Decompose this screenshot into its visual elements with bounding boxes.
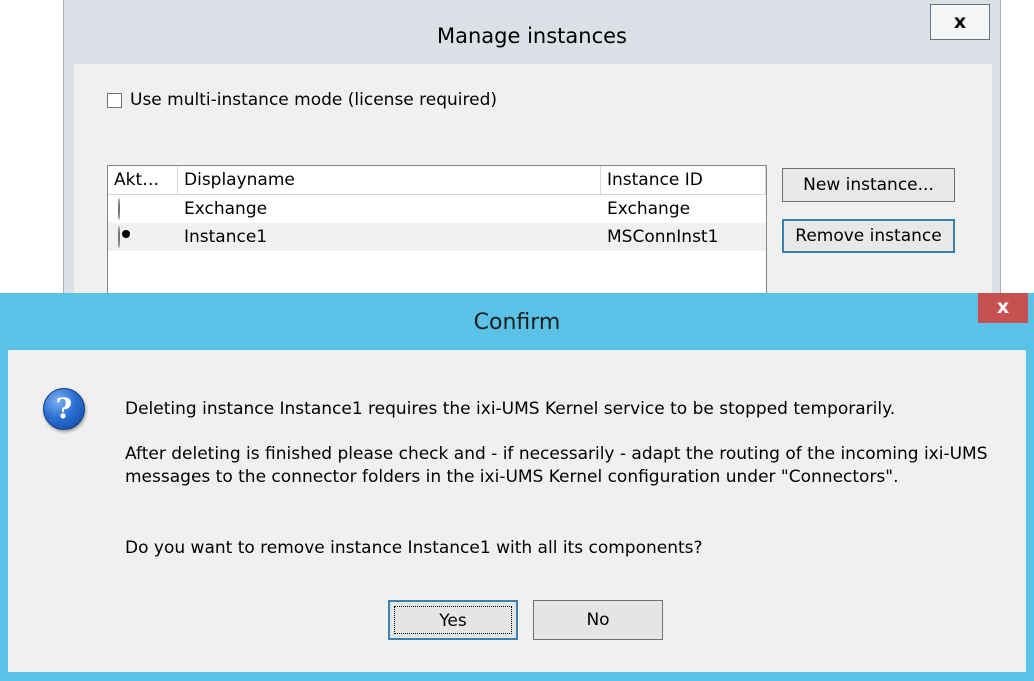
- instances-list-header: Akt… Displayname Instance ID: [108, 166, 766, 195]
- confirm-message-1: Deleting instance Instance1 requires the…: [125, 399, 896, 419]
- active-radio[interactable]: [118, 226, 120, 248]
- no-button[interactable]: No: [533, 600, 663, 640]
- confirm-message-2: After deleting is finished please check …: [125, 444, 988, 487]
- multi-instance-checkbox-row[interactable]: Use multi-instance mode (license require…: [107, 90, 497, 110]
- active-radio[interactable]: [118, 198, 120, 220]
- yes-button[interactable]: Yes: [388, 600, 518, 640]
- multi-instance-checkbox[interactable]: [107, 92, 122, 108]
- column-header-displayname[interactable]: Displayname: [178, 166, 601, 194]
- remove-instance-button[interactable]: Remove instance: [782, 219, 955, 253]
- instances-list[interactable]: Akt… Displayname Instance ID Exchange Ex…: [107, 165, 767, 305]
- manage-instances-window: Manage instances x Use multi-instance mo…: [63, 0, 1001, 305]
- list-item-instance-id: MSConnInst1: [607, 227, 719, 247]
- list-item-instance-id: Exchange: [607, 199, 691, 219]
- multi-instance-checkbox-label: Use multi-instance mode (license require…: [130, 90, 498, 110]
- list-item-displayname: Exchange: [184, 199, 268, 219]
- new-instance-button[interactable]: New instance...: [782, 168, 955, 202]
- manage-instances-close-button[interactable]: x: [930, 4, 990, 40]
- question-icon: ?: [43, 388, 85, 430]
- column-header-instance-id[interactable]: Instance ID: [601, 166, 766, 194]
- yes-button-label: Yes: [394, 606, 512, 634]
- list-item[interactable]: Exchange Exchange: [108, 195, 766, 223]
- confirm-dialog: Confirm x ? Deleting instance Instance1 …: [0, 293, 1034, 681]
- manage-instances-title: Manage instances: [437, 24, 627, 48]
- list-item-displayname: Instance1: [184, 227, 268, 247]
- list-item[interactable]: Instance1 MSConnInst1: [108, 223, 766, 251]
- manage-instances-client-area: Use multi-instance mode (license require…: [74, 64, 992, 305]
- confirm-dialog-body: ? Deleting instance Instance1 requires t…: [8, 350, 1026, 672]
- confirm-dialog-title: Confirm: [473, 310, 561, 335]
- column-header-active[interactable]: Akt…: [108, 166, 178, 194]
- confirm-message-3: Do you want to remove instance Instance1…: [125, 538, 703, 558]
- confirm-dialog-close-button[interactable]: x: [978, 293, 1028, 323]
